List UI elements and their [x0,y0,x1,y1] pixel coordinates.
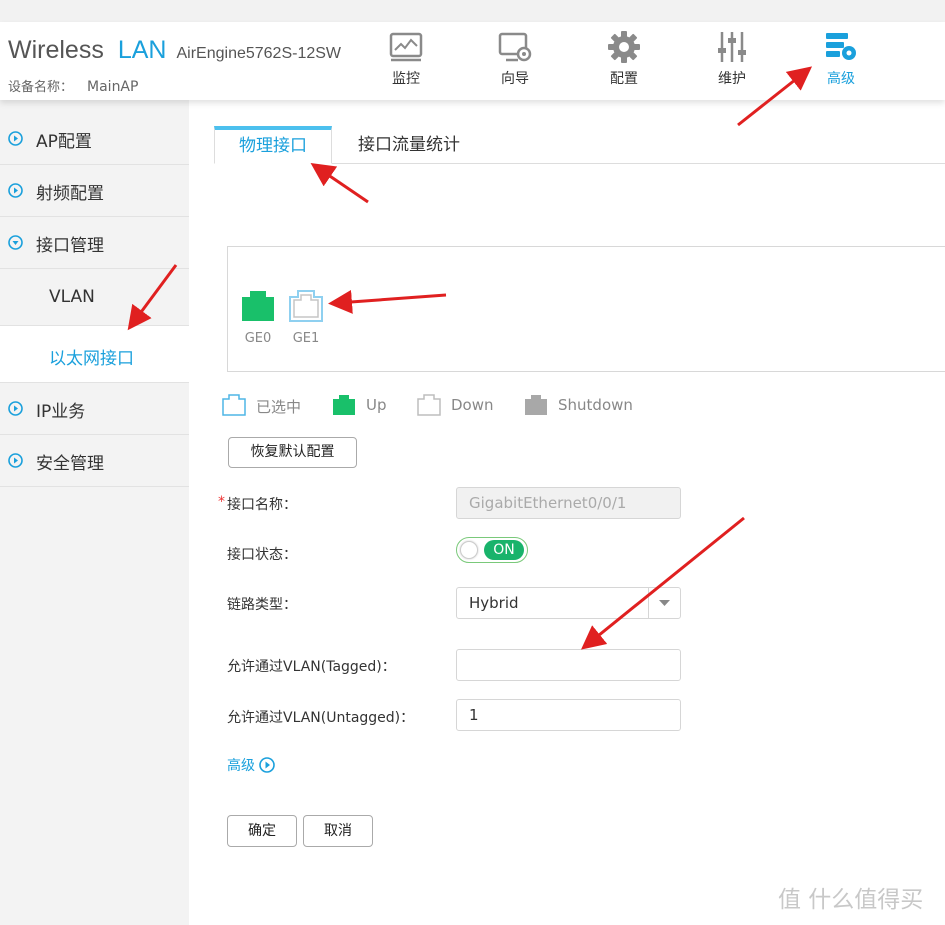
tagged-vlan-input[interactable] [456,649,681,681]
header: Wireless LAN AirEngine5762S-12SW 设备名称： Main… [0,22,945,100]
untagged-vlan-input[interactable]: 1 [456,699,681,731]
nav-advanced-label: 高级 [827,71,855,87]
port-down-icon [417,394,441,416]
device-name-label: 设备名称： [8,80,74,95]
required-asterisk: * [218,494,225,510]
legend-label: Down [451,396,494,414]
legend-label: Shutdown [558,396,633,414]
interface-status-label: 接口状态： [227,547,297,563]
expand-arrow-icon [8,183,23,198]
port-shutdown-icon [525,395,547,415]
monitor-icon [389,32,423,62]
arrow-to-tagged [580,516,745,650]
ethernet-port-selected-icon [289,290,323,322]
nav-config[interactable]: 配置 [589,30,659,88]
server-gear-icon [826,33,856,60]
advanced-label: 高级 [227,758,255,774]
toggle-knob [460,541,478,559]
tagged-vlan-label: 允许通过VLAN(Tagged)： [227,659,396,675]
sliders-icon [718,32,746,62]
link-type-label: 链路类型： [227,597,297,613]
link-type-dropdown-button[interactable] [648,588,680,618]
untagged-vlan-label: 允许通过VLAN(Untagged)： [227,710,415,726]
legend-selected: 已选中 [222,394,301,418]
ok-button[interactable]: 确定 [227,815,297,847]
port-selected-icon [222,394,246,416]
sidebar-item-ethernet[interactable]: 以太网接口 [0,326,189,383]
legend-label: Up [366,396,387,414]
advanced-toggle[interactable]: 高级 [227,755,276,775]
device-name-row: 设备名称： MainAP [8,76,138,95]
sidebar-item-label: VLAN [49,287,95,307]
port-label: GE1 [292,331,320,346]
brand-wireless: Wireless [8,36,104,64]
tab-traffic-stats[interactable]: 接口流量统计 [358,126,460,163]
port-ge0[interactable]: GE0 [240,289,276,346]
sidebar-item-interface-mgmt[interactable]: 接口管理 [0,217,189,269]
port-label: GE0 [244,331,272,346]
sidebar-item-ip-service[interactable]: IP业务 [0,383,189,435]
tab-physical-interface[interactable]: 物理接口 [214,126,332,164]
top-strip [0,0,945,22]
nav-monitor-label: 监控 [392,71,420,87]
brand: Wireless LAN AirEngine5762S-12SW [8,36,341,65]
ethernet-port-up-icon [242,291,274,321]
sidebar-item-label: 以太网接口 [49,349,134,369]
watermark: 值 什么值得买 [778,887,924,913]
expand-arrow-icon [259,757,276,773]
tab-bar: 物理接口 接口流量统计 [214,126,945,164]
port-ge1[interactable]: GE1 [288,289,324,346]
nav-wizard-label: 向导 [501,71,529,87]
wizard-icon [498,32,532,62]
nav-maintenance[interactable]: 维护 [697,30,767,88]
sidebar-item-label: AP配置 [36,132,92,152]
legend-up: Up [332,394,387,418]
legend-shutdown: Shutdown [524,394,633,418]
brand-model: AirEngine5762S-12SW [176,45,342,62]
sidebar-item-label: IP业务 [36,402,86,422]
interface-status-toggle[interactable]: ON [456,537,528,563]
chevron-down-icon [659,600,670,606]
legend-down: Down [417,394,494,418]
sidebar-item-ap-config[interactable]: AP配置 [0,113,189,165]
sidebar: AP配置 射频配置 接口管理 VLAN 以太网接口 IP业务 安全管理 [0,100,189,925]
nav-monitor[interactable]: 监控 [371,30,441,88]
sidebar-item-label: 接口管理 [36,236,104,256]
arrow-to-tab [310,162,369,204]
expand-arrow-icon [8,453,23,468]
port-panel: GE0 GE1 [227,246,945,372]
sidebar-item-security[interactable]: 安全管理 [0,435,189,487]
sidebar-item-vlan[interactable]: VLAN [0,269,189,326]
interface-name-label: 接口名称： [227,497,297,513]
toggle-on-label: ON [484,540,524,560]
nav-advanced[interactable]: 高级 [806,30,876,88]
device-name-value: MainAP [87,79,139,95]
cancel-button[interactable]: 取消 [303,815,373,847]
port-up-icon [333,395,355,415]
expand-arrow-icon [8,131,23,146]
expand-arrow-icon [8,401,23,416]
sidebar-item-label: 射频配置 [36,184,104,204]
gear-icon [608,31,640,63]
restore-default-button[interactable]: 恢复默认配置 [228,437,357,468]
nav-maintenance-label: 维护 [718,71,746,87]
nav-config-label: 配置 [610,71,638,87]
collapse-arrow-icon [8,235,23,250]
sidebar-item-label: 安全管理 [36,454,104,474]
sidebar-item-radio-config[interactable]: 射频配置 [0,165,189,217]
legend-label: 已选中 [256,398,302,416]
brand-lan: LAN [117,36,167,64]
nav-wizard[interactable]: 向导 [480,30,550,88]
interface-name-field[interactable]: GigabitEthernet0/0/1 [456,487,681,519]
